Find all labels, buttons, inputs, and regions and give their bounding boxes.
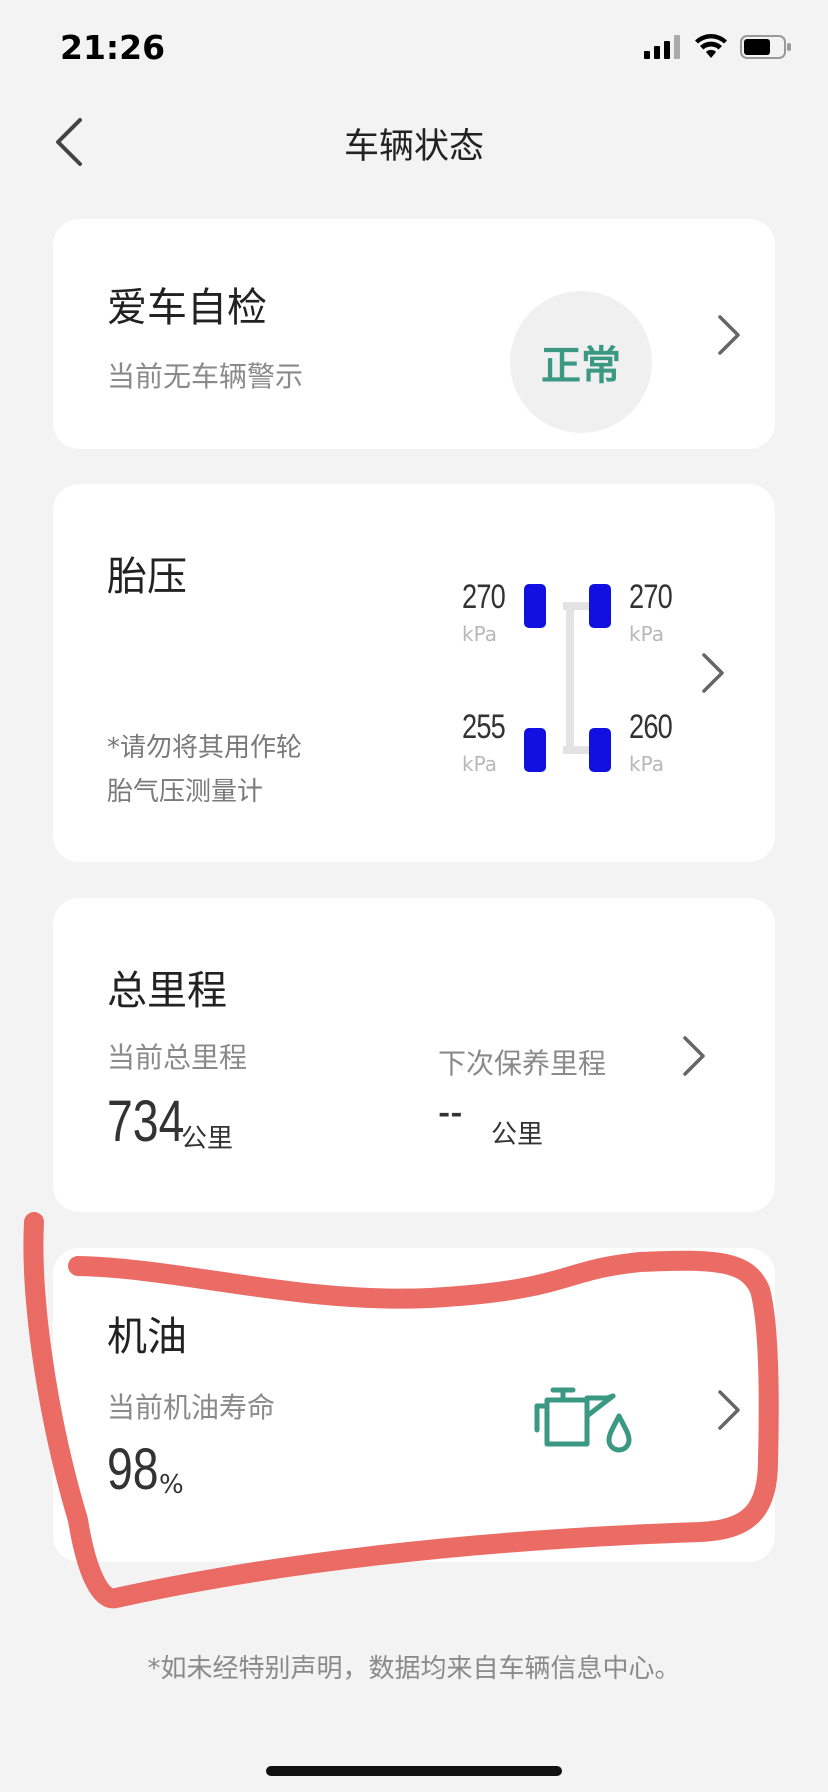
status-icons [644,34,792,60]
page-title: 车辆状态 [343,127,484,167]
tire-rear-left [524,728,546,772]
tire-front-left-unit: kPa [462,622,497,646]
mileage-card[interactable]: 总里程 当前总里程 734 公里 下次保养里程 -- 公里 [53,898,775,1212]
tire-rear-left-value: 255 [462,708,506,746]
current-mileage-value: 734 [107,1089,185,1154]
tire-front-right [589,584,611,628]
tire-front-right-value: 270 [629,578,673,616]
next-service-label: 下次保养里程 [438,1047,607,1080]
drive-shaft [566,604,574,752]
oil-card[interactable]: 机油 当前机油寿命 98 % [53,1248,775,1562]
next-service-value: -- [438,1085,463,1137]
current-mileage-unit: 公里 [181,1124,234,1154]
oil-life-label: 当前机油寿命 [107,1391,276,1424]
oil-life-unit: % [159,1470,184,1500]
mileage-title: 总里程 [107,968,227,1014]
tire-front-left-value: 270 [462,578,506,616]
self-check-status-badge: 正常 [510,291,652,433]
tire-pressure-note-line2: 胎气压测量计 [107,777,264,807]
home-indicator[interactable] [266,1766,562,1776]
self-check-title: 爱车自检 [107,285,267,331]
tire-front-right-unit: kPa [629,622,664,646]
oil-can-icon [534,1387,632,1453]
tire-pressure-title: 胎压 [107,554,187,600]
chevron-right-icon[interactable] [679,1032,709,1080]
wifi-icon [695,34,727,58]
status-time: 21:26 [60,28,166,67]
tire-front-left [524,584,546,628]
tire-pressure-card[interactable]: 胎压 *请勿将其用作轮 胎气压测量计 270 kPa 270 kPa 255 k… [53,484,775,862]
oil-life-value: 98 [107,1437,159,1502]
tire-rear-right [589,728,611,772]
chevron-right-icon[interactable] [714,1386,744,1434]
self-check-card[interactable]: 爱车自检 当前无车辆警示 正常 [53,219,775,449]
battery-icon [740,35,791,59]
next-service-unit: 公里 [491,1120,544,1150]
signal-bars-icon [644,35,680,59]
chevron-right-icon[interactable] [698,649,728,697]
self-check-subtitle: 当前无车辆警示 [107,360,304,393]
chevron-right-icon[interactable] [714,311,744,359]
oil-title: 机油 [107,1314,187,1360]
footer-note: *如未经特别声明，数据均来自车辆信息中心。 [147,1654,681,1684]
tire-rear-right-value: 260 [629,708,673,746]
tire-rear-right-unit: kPa [629,752,664,776]
current-mileage-label: 当前总里程 [107,1041,248,1074]
tire-rear-left-unit: kPa [462,752,497,776]
tire-pressure-note-line1: *请勿将其用作轮 [107,733,303,763]
